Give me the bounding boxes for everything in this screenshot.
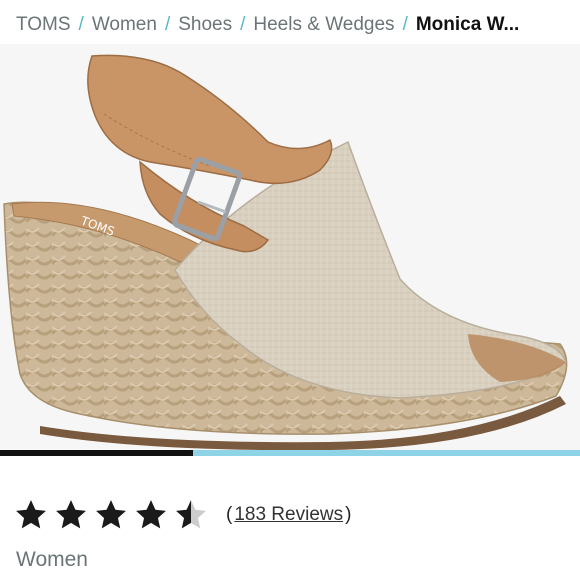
reviews-open-paren: (: [226, 504, 233, 525]
star-full-icon: [56, 500, 86, 529]
breadcrumb: TOMS / Women / Shoes / Heels & Wedges / …: [16, 12, 564, 38]
espadrille-wedge-sandal-image: TOMS: [3, 54, 568, 450]
breadcrumb-current-product: Monica W...: [415, 14, 520, 35]
product-image-gallery[interactable]: TOMS: [0, 44, 580, 450]
breadcrumb-separator: /: [78, 14, 84, 35]
reviews-summary: ( 183 Reviews ): [226, 504, 351, 526]
gallery-progress-bar: [0, 450, 580, 456]
breadcrumb-separator: /: [240, 14, 246, 35]
breadcrumb-heels-wedges[interactable]: Heels & Wedges: [253, 14, 394, 36]
reviews-close-paren: ): [345, 504, 352, 525]
gallery-progress-fill: [0, 450, 194, 456]
breadcrumb-separator: /: [402, 14, 408, 35]
breadcrumb-toms[interactable]: TOMS: [16, 14, 71, 36]
star-full-icon: [16, 500, 46, 529]
rating-row: ( 183 Reviews ): [14, 494, 351, 536]
star-full-icon: [96, 500, 126, 529]
product-category: Women: [16, 548, 88, 571]
star-half-icon: [176, 500, 206, 529]
breadcrumb-separator: /: [164, 14, 171, 35]
star-rating: [14, 498, 214, 532]
breadcrumb-shoes[interactable]: Shoes: [178, 14, 232, 36]
breadcrumb-women[interactable]: Women: [92, 14, 157, 36]
star-full-icon: [136, 500, 166, 529]
reviews-link[interactable]: 183 Reviews: [234, 504, 343, 526]
